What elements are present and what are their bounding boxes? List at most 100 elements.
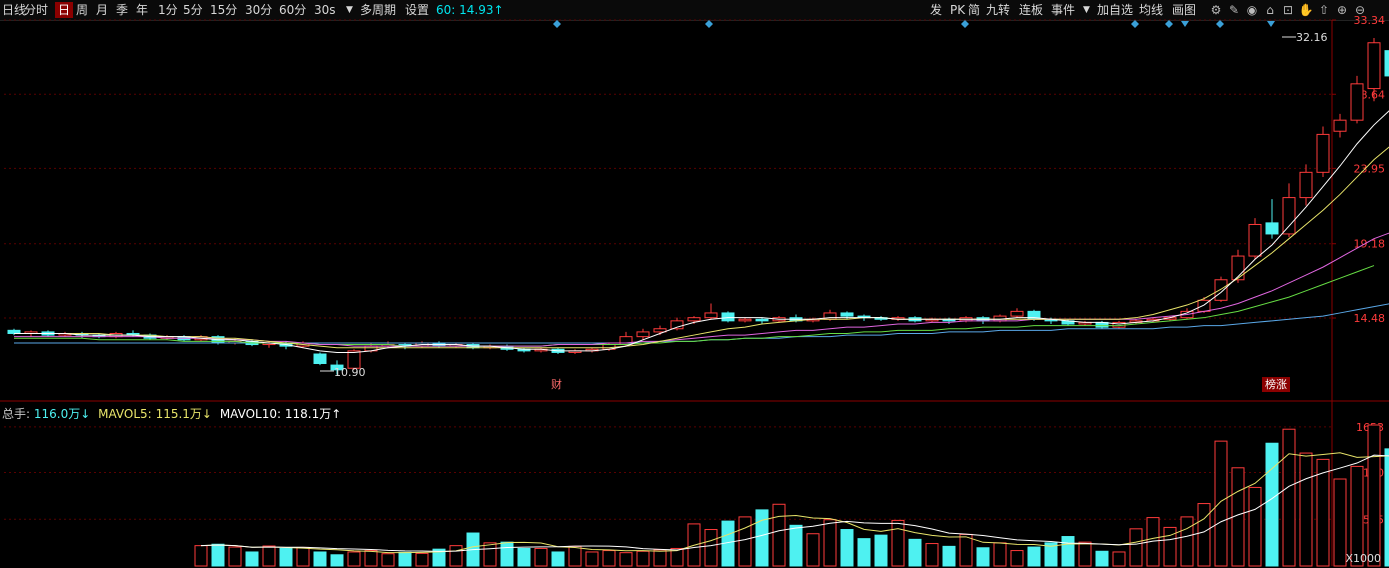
candle-body bbox=[721, 312, 735, 322]
volume-bar bbox=[840, 529, 854, 567]
volume-bar bbox=[1112, 551, 1126, 567]
volume-bar bbox=[398, 551, 412, 567]
candle-body bbox=[1214, 279, 1228, 301]
volume-bar bbox=[347, 551, 361, 567]
ma5-line bbox=[14, 110, 1389, 353]
event-diamond-icon bbox=[553, 20, 561, 28]
candle-body bbox=[704, 312, 718, 319]
volume-bar bbox=[517, 547, 531, 567]
volume-bar bbox=[823, 519, 837, 567]
volume-bar bbox=[874, 534, 888, 567]
mavol10-label: MAVOL10: bbox=[219, 407, 282, 421]
volume-bar bbox=[704, 529, 718, 567]
volume-bar bbox=[279, 547, 293, 567]
total-label: 总手: bbox=[2, 407, 31, 421]
price-tick-label: 14.48 bbox=[1354, 312, 1386, 325]
event-diamond-icon bbox=[1216, 20, 1224, 28]
volume-bar bbox=[755, 509, 769, 567]
event-diamond-icon bbox=[705, 20, 713, 28]
volume-bar bbox=[1197, 503, 1211, 567]
event-triangle-icon bbox=[1267, 21, 1275, 27]
price-tick-label: 19.18 bbox=[1354, 238, 1386, 251]
volume-bar bbox=[1248, 486, 1262, 567]
event-diamond-icon bbox=[1131, 20, 1139, 28]
candle-body bbox=[840, 312, 854, 317]
volume-bar bbox=[1384, 448, 1389, 567]
volume-bar bbox=[1010, 550, 1024, 567]
total-value: 116.0万↓ bbox=[33, 407, 91, 421]
candle-body bbox=[1367, 42, 1381, 90]
candle-body bbox=[738, 318, 752, 322]
volume-bar bbox=[993, 542, 1007, 567]
candle-body bbox=[1350, 83, 1364, 121]
volume-bar bbox=[772, 503, 786, 567]
volume-bar bbox=[568, 545, 582, 567]
volume-bar bbox=[806, 533, 820, 567]
volume-bar bbox=[585, 551, 599, 567]
volume-bar bbox=[262, 545, 276, 567]
volume-bar bbox=[483, 542, 497, 567]
volume-bar bbox=[211, 543, 225, 567]
volume-bar bbox=[500, 541, 514, 567]
volume-bar bbox=[449, 545, 463, 567]
volume-bar bbox=[1180, 516, 1194, 567]
volume-bar bbox=[1061, 536, 1075, 567]
candle-body bbox=[313, 353, 327, 365]
volume-bar bbox=[636, 550, 650, 567]
volume-bar bbox=[1078, 541, 1092, 567]
event-diamond-icon bbox=[1165, 20, 1173, 28]
volume-bar bbox=[653, 549, 667, 567]
ma20-line bbox=[14, 232, 1389, 347]
volume-bar bbox=[908, 538, 922, 567]
event-triangle-icon bbox=[1181, 21, 1189, 27]
volume-bar bbox=[1129, 528, 1143, 567]
volume-bar bbox=[1214, 440, 1228, 567]
event-tag-cai[interactable]: 财 bbox=[548, 377, 565, 392]
candle-body bbox=[755, 318, 769, 322]
volume-bar bbox=[738, 516, 752, 567]
volume-bar bbox=[925, 543, 939, 567]
volume-unit: X1000 bbox=[1345, 552, 1381, 565]
high-price-label: 32.16 bbox=[1296, 31, 1328, 44]
candle-body bbox=[1248, 223, 1262, 257]
volume-bar bbox=[602, 550, 616, 567]
volume-bar bbox=[857, 538, 871, 567]
volume-legend: 总手: 116.0万↓ MAVOL5: 115.1万↓ MAVOL10: 118… bbox=[2, 405, 341, 422]
kline-chart[interactable]: 33.3428.6423.9519.1814.4816531110555 bbox=[0, 0, 1389, 568]
volume-bar bbox=[330, 554, 344, 567]
event-diamond-icon bbox=[961, 20, 969, 28]
candle-body bbox=[1282, 197, 1296, 235]
volume-bar bbox=[891, 519, 905, 567]
volume-bar bbox=[976, 547, 990, 567]
volume-bar bbox=[1299, 452, 1313, 567]
volume-bar bbox=[296, 546, 310, 567]
volume-bar bbox=[364, 550, 378, 567]
event-tag-rank[interactable]: 榜涨 bbox=[1262, 377, 1290, 392]
volume-bar bbox=[194, 545, 208, 567]
low-price-label: 10.90 bbox=[334, 366, 366, 379]
volume-bar bbox=[1265, 442, 1279, 567]
volume-bar bbox=[942, 545, 956, 567]
candle-body bbox=[1265, 222, 1279, 235]
volume-bar bbox=[381, 553, 395, 567]
volume-bar bbox=[959, 533, 973, 567]
mavol10-value: 118.1万↑ bbox=[284, 407, 342, 421]
mavol5-value: 115.1万↓ bbox=[155, 407, 212, 421]
candle-body bbox=[1333, 119, 1347, 132]
volume-bar bbox=[1095, 550, 1109, 567]
volume-bar bbox=[789, 524, 803, 567]
volume-bar bbox=[313, 551, 327, 567]
candle-body bbox=[1316, 133, 1330, 173]
ma30-line bbox=[14, 265, 1375, 347]
volume-bar bbox=[228, 546, 242, 567]
volume-bar bbox=[1333, 478, 1347, 567]
volume-bar bbox=[415, 552, 429, 567]
volume-bar bbox=[551, 551, 565, 567]
volume-bar bbox=[245, 551, 259, 567]
candle-body bbox=[687, 317, 701, 322]
candle-body bbox=[1299, 171, 1313, 199]
volume-bar bbox=[619, 552, 633, 567]
volume-bar bbox=[1367, 424, 1381, 567]
volume-bar bbox=[1316, 458, 1330, 567]
volume-bar bbox=[1282, 428, 1296, 567]
